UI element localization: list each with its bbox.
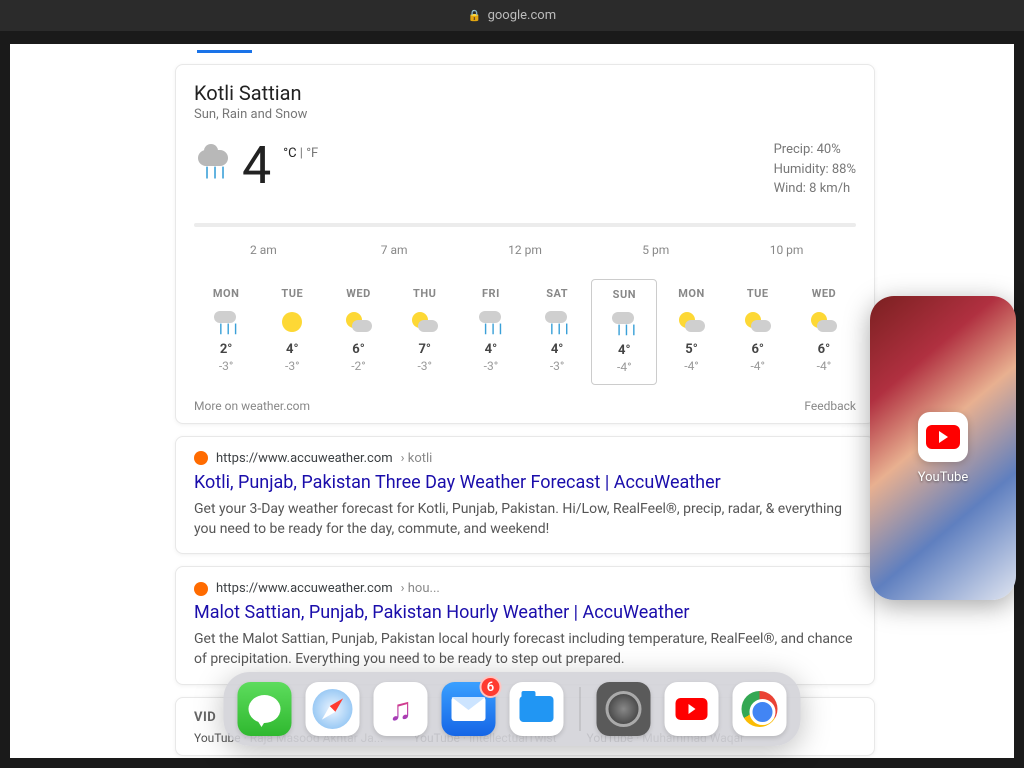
condition-text: Sun, Rain and Snow — [194, 107, 856, 122]
forecast-day[interactable]: THU7°-3° — [393, 279, 457, 385]
chrome-app-icon[interactable] — [733, 682, 787, 736]
slideover-panel[interactable]: YouTube — [870, 296, 1016, 600]
page-content: Kotli Sattian Sun, Rain and Snow ┃┃┃ 4 °… — [10, 44, 1014, 758]
location-title: Kotli Sattian — [194, 81, 856, 105]
browser-address-bar[interactable]: 🔒 google.com — [0, 0, 1024, 31]
result-title[interactable]: Malot Sattian, Punjab, Pakistan Hourly W… — [194, 602, 856, 623]
mail-app-icon[interactable]: 6 — [442, 682, 496, 736]
result-title[interactable]: Kotli, Punjab, Pakistan Three Day Weathe… — [194, 472, 856, 493]
forecast-day[interactable]: WED6°-4° — [792, 279, 856, 385]
hourly-timeline[interactable] — [194, 223, 856, 227]
weather-current-icon: ┃┃┃ — [194, 146, 234, 186]
search-result[interactable]: https://www.accuweather.com › hou... Mal… — [175, 566, 875, 685]
accuweather-favicon — [194, 582, 208, 596]
feedback-link[interactable]: Feedback — [804, 399, 856, 413]
search-result[interactable]: https://www.accuweather.com › kotli Kotl… — [175, 436, 875, 555]
forecast-day[interactable]: TUE4°-3° — [260, 279, 324, 385]
weather-details: Precip: 40% Humidity: 88% Wind: 8 km/h — [774, 140, 856, 199]
forecast-day[interactable]: SUN┃┃┃4°-4° — [591, 279, 657, 385]
dock-separator — [580, 687, 581, 731]
more-weather-link[interactable]: More on weather.com — [194, 399, 310, 413]
timeline-labels: 2 am 7 am 12 pm 5 pm 10 pm — [194, 243, 856, 257]
messages-app-icon[interactable] — [238, 682, 292, 736]
lock-icon: 🔒 — [468, 9, 482, 22]
mail-badge: 6 — [480, 676, 502, 698]
result-snippet: Get the Malot Sattian, Punjab, Pakistan … — [194, 629, 856, 670]
youtube-app-icon[interactable] — [918, 412, 968, 462]
slideover-label: YouTube — [918, 470, 969, 485]
dock: ♫ 6 — [224, 672, 801, 746]
url-text: google.com — [488, 8, 557, 23]
forecast-day[interactable]: TUE6°-4° — [726, 279, 790, 385]
forecast-row: MON┃┃┃2°-3°TUE4°-3°WED6°-2°THU7°-3°FRI┃┃… — [194, 279, 856, 385]
current-temp: 4 — [242, 140, 271, 192]
forecast-day[interactable]: MON┃┃┃2°-3° — [194, 279, 258, 385]
forecast-day[interactable]: MON5°-4° — [659, 279, 723, 385]
forecast-day[interactable]: WED6°-2° — [326, 279, 390, 385]
safari-app-icon[interactable] — [306, 682, 360, 736]
forecast-day[interactable]: FRI┃┃┃4°-3° — [459, 279, 523, 385]
music-app-icon[interactable]: ♫ — [374, 682, 428, 736]
youtube-dock-icon[interactable] — [665, 682, 719, 736]
weather-card: Kotli Sattian Sun, Rain and Snow ┃┃┃ 4 °… — [175, 64, 875, 424]
settings-app-icon[interactable] — [597, 682, 651, 736]
active-tab-indicator — [197, 50, 252, 54]
accuweather-favicon — [194, 451, 208, 465]
forecast-day[interactable]: SAT┃┃┃4°-3° — [525, 279, 589, 385]
files-app-icon[interactable] — [510, 682, 564, 736]
unit-toggle[interactable]: °C | °F — [283, 146, 318, 161]
result-snippet: Get your 3-Day weather forecast for Kotl… — [194, 499, 856, 540]
